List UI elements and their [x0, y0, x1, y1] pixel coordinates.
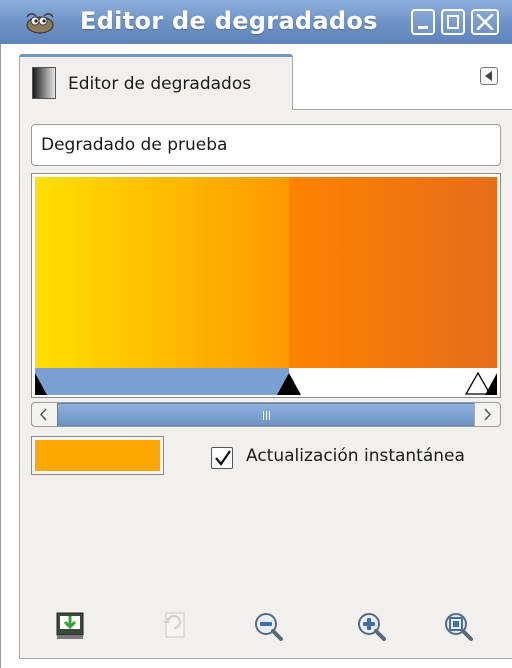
scroll-right-button[interactable]: [474, 403, 500, 426]
window-title: Editor de degradados: [80, 7, 378, 35]
grip-line: [266, 411, 267, 420]
maximize-icon: [447, 15, 459, 29]
gradient-preview[interactable]: [35, 177, 497, 368]
gradient-segment-right[interactable]: [289, 177, 497, 368]
title-bar[interactable]: Editor de degradados: [0, 0, 512, 45]
zoom-all-icon[interactable]: [442, 610, 474, 642]
gimp-wilber-icon: [26, 13, 54, 34]
checkmark-icon: [215, 450, 231, 466]
maximize-button[interactable]: [441, 9, 465, 35]
minimize-button[interactable]: [411, 9, 435, 35]
grip-line: [269, 411, 270, 420]
tab-label: Editor de degradados: [68, 74, 252, 94]
chevron-left-icon: [40, 408, 47, 421]
tab-menu-arrow-icon[interactable]: [480, 67, 498, 85]
tab-gradient-editor[interactable]: Editor de degradados: [19, 54, 293, 110]
horizontal-scrollbar[interactable]: [31, 402, 501, 427]
zoom-in-icon[interactable]: [355, 610, 387, 642]
close-button[interactable]: [471, 9, 499, 35]
minimize-icon: [418, 26, 428, 29]
scroll-left-button[interactable]: [32, 403, 58, 426]
midpoint-stop-handle[interactable]: [276, 368, 302, 395]
close-icon: [476, 14, 494, 30]
selected-segment-range[interactable]: [35, 368, 289, 395]
gradient-stop-bar[interactable]: [35, 368, 497, 395]
gradient-icon: [32, 67, 56, 99]
grip-line: [263, 411, 264, 420]
end-stop-handle[interactable]: [483, 368, 497, 395]
gradient-segment-left[interactable]: [35, 177, 289, 368]
instant-update-checkbox[interactable]: [211, 447, 233, 469]
instant-update-label[interactable]: Actualización instantánea: [246, 446, 465, 466]
revert-icon[interactable]: [158, 610, 190, 642]
scroll-thumb[interactable]: [57, 403, 475, 426]
gradient-name-input[interactable]: [31, 124, 501, 166]
color-swatch[interactable]: [31, 436, 164, 475]
color-swatch-fill: [35, 440, 160, 471]
gradient-preview-frame: [31, 173, 501, 398]
zoom-out-icon[interactable]: [252, 610, 284, 642]
start-stop-handle[interactable]: [35, 368, 49, 395]
save-icon[interactable]: [54, 610, 86, 642]
chevron-right-icon: [484, 408, 491, 421]
